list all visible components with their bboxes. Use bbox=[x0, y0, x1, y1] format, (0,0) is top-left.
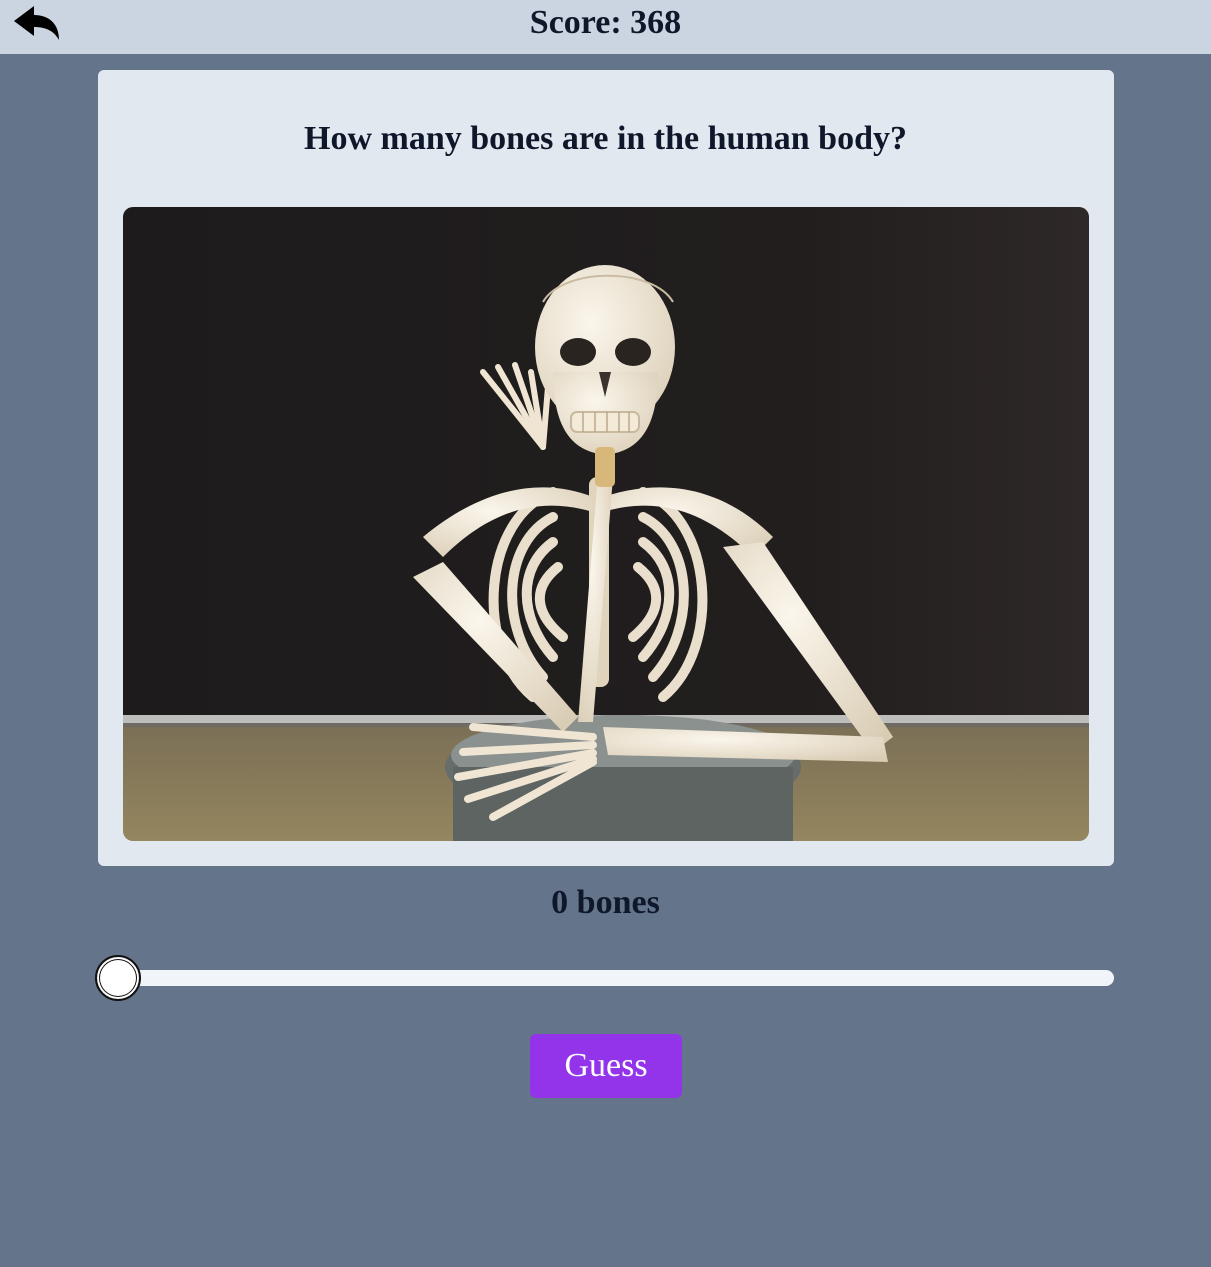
guess-button[interactable]: Guess bbox=[530, 1034, 682, 1098]
bones-slider-thumb[interactable] bbox=[95, 955, 141, 1001]
answer-value: 0 bones bbox=[551, 884, 660, 921]
question-text: How many bones are in the human body? bbox=[304, 120, 907, 157]
score-display: Score: 368 bbox=[529, 4, 682, 41]
top-bar: Score: 368 bbox=[0, 0, 1211, 54]
reply-arrow-icon bbox=[14, 6, 59, 40]
back-button[interactable] bbox=[12, 4, 62, 42]
skeleton-photo bbox=[123, 207, 1089, 841]
bones-slider-track[interactable] bbox=[98, 970, 1114, 986]
